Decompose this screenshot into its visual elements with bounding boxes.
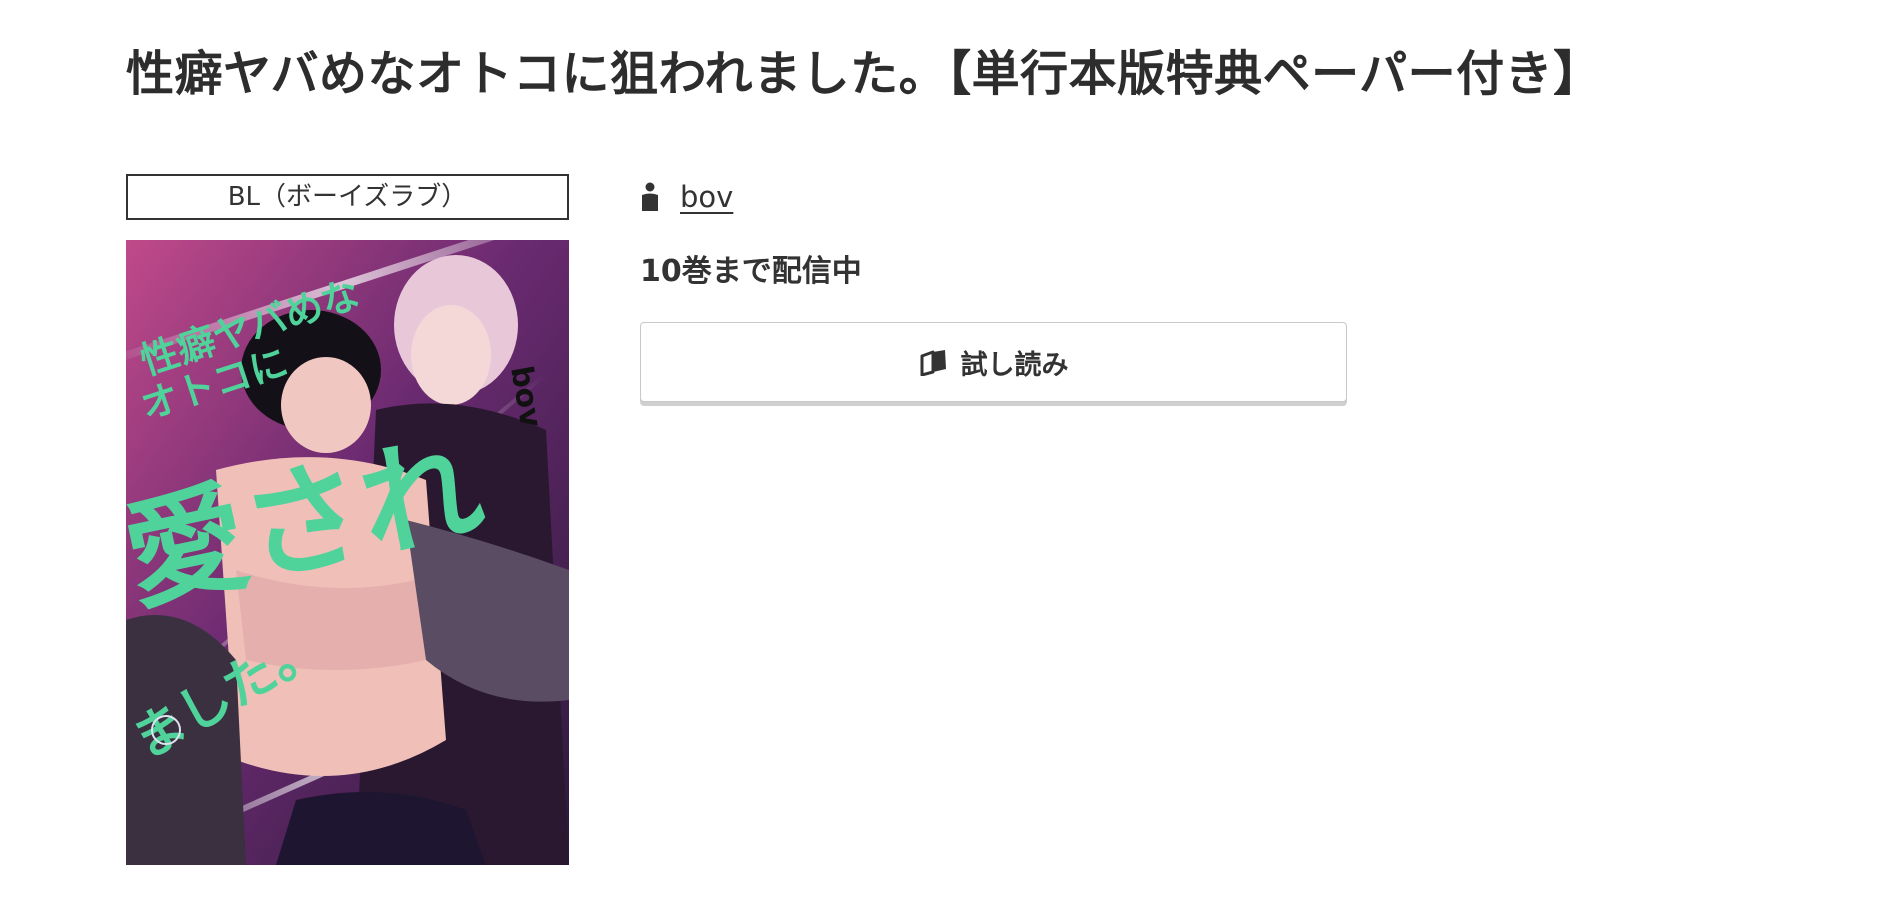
cover-art: 性癖ヤバめな オトコに 愛され ました。 bov bbox=[126, 240, 569, 865]
genre-badge[interactable]: BL（ボーイズラブ） bbox=[126, 174, 569, 220]
person-icon bbox=[640, 182, 660, 212]
book-cover-image[interactable]: 性癖ヤバめな オトコに 愛され ました。 bov bbox=[126, 240, 569, 865]
author-row: bov bbox=[640, 174, 733, 220]
open-book-icon bbox=[919, 348, 949, 377]
author-link[interactable]: bov bbox=[680, 180, 733, 214]
page-title: 性癖ヤバめなオトコに狙われました。【単行本版特典ペーパー付き】 bbox=[126, 46, 1602, 102]
trial-read-label: 試し読み bbox=[960, 349, 1069, 380]
trial-read-button[interactable]: 試し読み bbox=[640, 322, 1347, 402]
left-column: BL（ボーイズラブ） 性癖ヤバめな オトコに 愛され ました。 bov bbox=[126, 174, 569, 865]
volume-status: 10巻まで配信中 bbox=[640, 254, 862, 289]
book-info: bov 10巻まで配信中 試し読み bbox=[640, 174, 1347, 402]
